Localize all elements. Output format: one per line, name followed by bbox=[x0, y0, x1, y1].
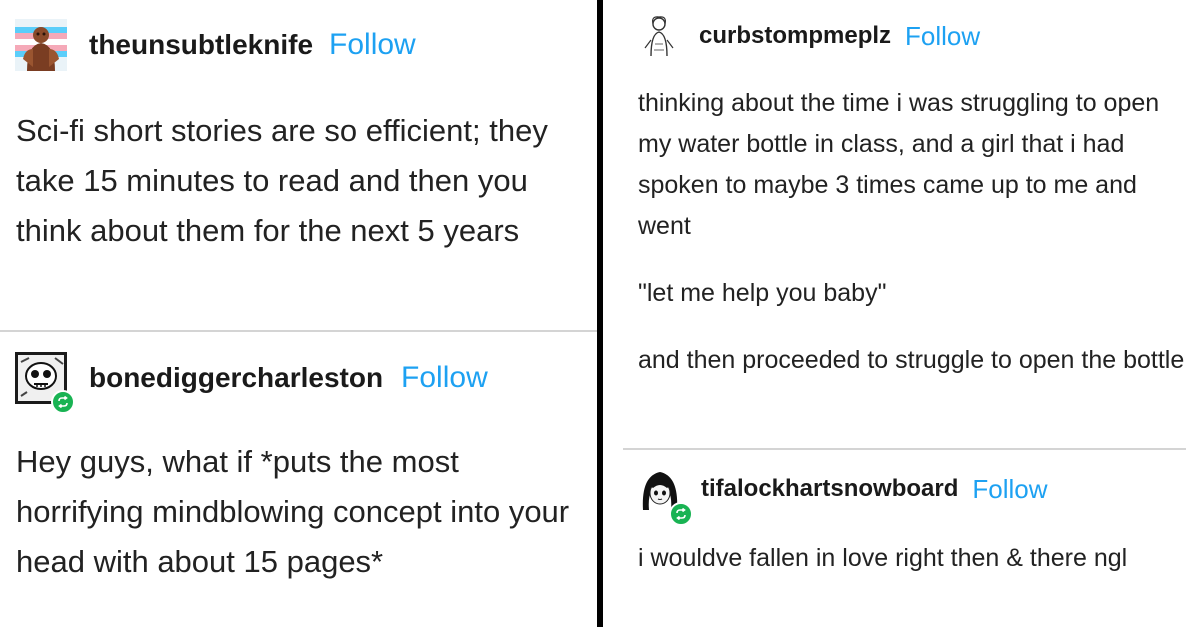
reblog-icon bbox=[669, 502, 693, 526]
post-paragraph: "let me help you baby" bbox=[638, 279, 887, 307]
post-paragraph: thinking about the time i was struggling… bbox=[638, 89, 1160, 240]
post-separator bbox=[623, 448, 1186, 450]
username[interactable]: tifalockhartsnowboard bbox=[701, 475, 958, 503]
anime-girl-avatar[interactable] bbox=[637, 466, 693, 526]
post-body: Hey guys, what if *puts the most horrify… bbox=[16, 437, 591, 587]
post-header: theunsubtleknife Follow bbox=[15, 19, 416, 71]
post-header: tifalockhartsnowboard Follow bbox=[637, 466, 1048, 526]
post-text: Hey guys, what if *puts the most horrify… bbox=[16, 444, 570, 579]
reblog-icon bbox=[51, 390, 75, 414]
follow-button[interactable]: Follow bbox=[905, 21, 980, 52]
username[interactable]: bonediggercharleston bbox=[89, 362, 383, 394]
follow-button[interactable]: Follow bbox=[329, 28, 416, 62]
right-post-panel: curbstompmeplz Follow thinking about the… bbox=[603, 0, 1199, 627]
username[interactable]: curbstompmeplz bbox=[699, 22, 891, 50]
monster-figure-avatar[interactable] bbox=[15, 19, 67, 71]
post-paragraph: and then proceeded to struggle to open t… bbox=[638, 346, 1185, 374]
follow-button[interactable]: Follow bbox=[972, 474, 1047, 505]
post-text: i wouldve fallen in love right then & th… bbox=[638, 544, 1128, 572]
username[interactable]: theunsubtleknife bbox=[89, 29, 313, 61]
post-text: Sci-fi short stories are so efficient; t… bbox=[16, 113, 548, 248]
post-body: i wouldve fallen in love right then & th… bbox=[638, 537, 1193, 579]
post-body: thinking about the time i was struggling… bbox=[638, 83, 1193, 381]
post-body: Sci-fi short stories are so efficient; t… bbox=[16, 106, 591, 256]
post-header: curbstompmeplz Follow bbox=[641, 14, 980, 58]
skull-cartoon-avatar[interactable] bbox=[15, 352, 75, 414]
post-header: bonediggercharleston Follow bbox=[15, 352, 488, 414]
follow-button[interactable]: Follow bbox=[401, 361, 488, 395]
left-post-panel: theunsubtleknife Follow Sci-fi short sto… bbox=[0, 0, 597, 627]
sketch-figure-avatar[interactable] bbox=[641, 14, 677, 58]
post-separator bbox=[0, 330, 597, 332]
